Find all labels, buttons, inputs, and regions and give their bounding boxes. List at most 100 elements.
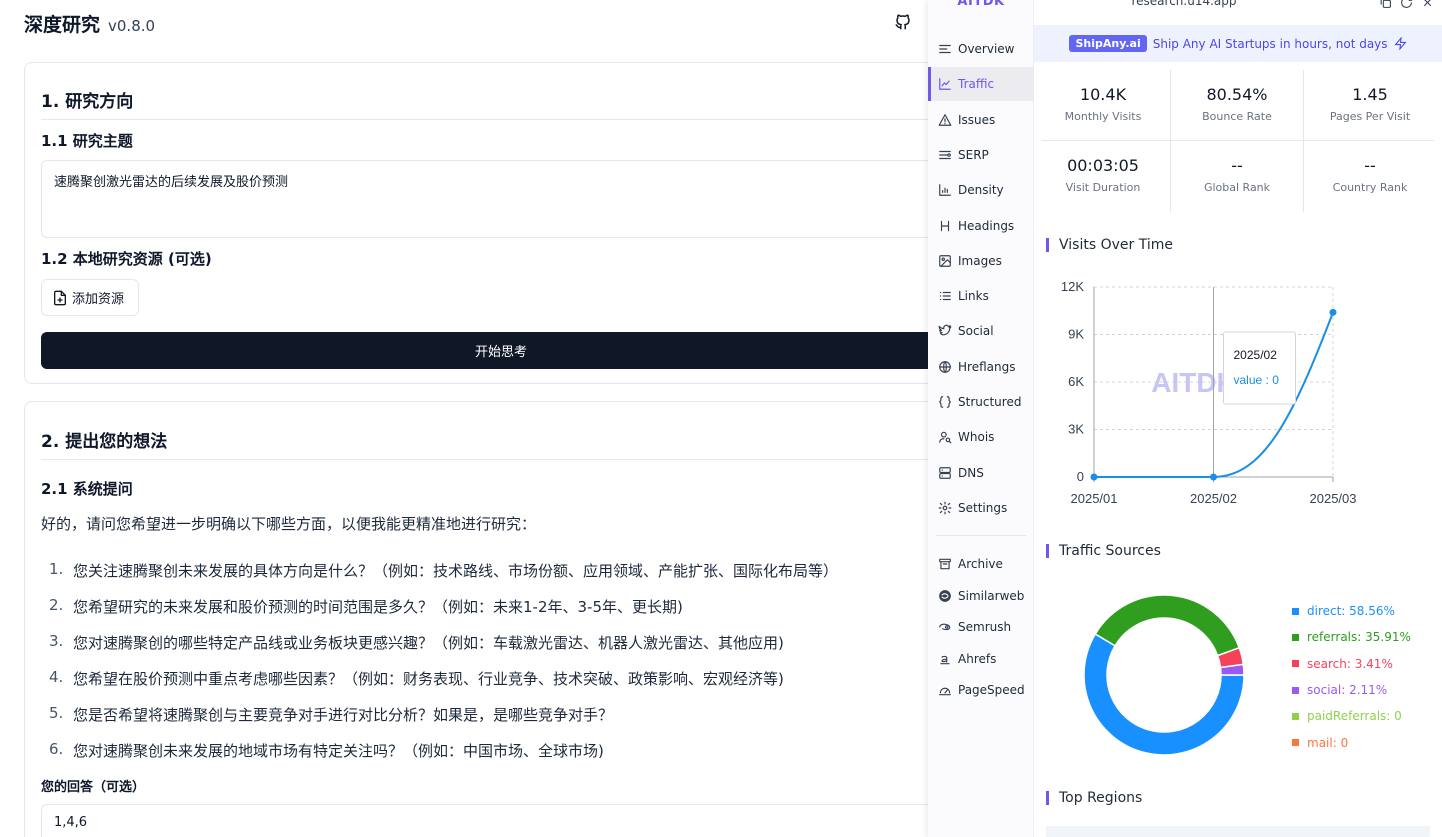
nav-item-semrush[interactable]: Semrush <box>928 610 1034 644</box>
app-title: 深度研究 <box>24 14 101 36</box>
stat-label: Country Rank <box>1332 181 1408 194</box>
legend-swatch <box>1292 739 1299 747</box>
topic-input[interactable]: 速腾聚创激光雷达的后续发展及股价预测 <box>41 160 928 238</box>
legend-label: paidReferrals: 0 <box>1307 709 1402 724</box>
ext-top-actions <box>1379 0 1434 9</box>
site-url: research.u14.app <box>1131 0 1237 8</box>
server-icon <box>939 466 951 479</box>
stat-value: 00:03:05 <box>1067 156 1139 175</box>
promo-banner[interactable]: ShipAny.ai Ship Any AI Startups in hours… <box>1034 25 1442 62</box>
data-point <box>1329 308 1337 316</box>
density-icon <box>939 184 951 197</box>
nav-item-density[interactable]: Density <box>928 173 1034 207</box>
nav-item-pagespeed[interactable]: PageSpeed <box>928 673 1034 707</box>
donut-slice[interactable] <box>1094 594 1241 657</box>
add-resource-button[interactable]: 添加资源 <box>41 279 139 316</box>
stat-value: -- <box>1364 156 1376 175</box>
nav-item-label: Hreflangs <box>958 359 1016 374</box>
legend-item[interactable]: direct: 58.56% <box>1292 598 1411 624</box>
question-number: 4. <box>49 668 64 686</box>
lightning-icon <box>1393 37 1407 50</box>
question-number: 6. <box>49 740 64 758</box>
copy-icon[interactable] <box>1379 0 1392 9</box>
warning-icon <box>938 113 952 126</box>
question-text: 您希望研究的未来发展和股价预测的时间范围是多久？（例如：未来1-2年、3-5年、… <box>73 598 683 616</box>
nav-item-overview[interactable]: Overview <box>928 32 1034 66</box>
question-item: 5. 您是否希望将速腾聚创与主要竞争对手进行对比分析？如果是，是哪些竞争对手？ <box>49 704 838 740</box>
y-tick-label: 9K <box>1068 327 1084 342</box>
nav-separator <box>936 535 1026 536</box>
app-header: 深度研究 v0.8.0 <box>24 10 155 37</box>
start-thinking-button[interactable]: 开始思考 <box>41 332 928 369</box>
aitdk-extension-panel: AITDK Overview Traffic Issues SERP Density He… <box>928 0 1442 837</box>
nav-item-social[interactable]: Social <box>928 314 1034 348</box>
data-point <box>1210 473 1217 481</box>
question-item: 1. 您关注速腾聚创未来发展的具体方向是什么？（例如：技术路线、市场份额、应用领域… <box>49 560 838 596</box>
nav-item-dns[interactable]: DNS <box>928 456 1034 490</box>
ahrefs-icon <box>940 655 950 664</box>
gear-icon <box>938 501 952 515</box>
legend-swatch <box>1292 686 1299 694</box>
file-plus-icon <box>54 290 66 305</box>
nav-item-label: Headings <box>958 218 1015 233</box>
legend-label: social: 2.11% <box>1307 683 1388 698</box>
nav-item-settings[interactable]: Settings <box>928 491 1034 525</box>
question-text: 您对速腾聚创的哪些特定产品线或业务板块更感兴趣？（例如：车载激光雷达、机器人激光… <box>73 634 784 652</box>
nav-item-links[interactable]: Links <box>928 279 1034 313</box>
list-icon <box>939 44 951 54</box>
add-resource-label: 添加资源 <box>72 292 125 307</box>
nav-item-serp[interactable]: SERP <box>928 138 1034 172</box>
legend-item[interactable]: search: 3.41% <box>1292 651 1411 677</box>
top-regions-title: Top Regions <box>1046 791 1142 805</box>
github-icon[interactable] <box>894 13 912 31</box>
divider <box>1042 140 1434 141</box>
nav-item-issues[interactable]: Issues <box>928 103 1034 137</box>
legend-item[interactable]: referrals: 35.91% <box>1292 624 1411 650</box>
question-item: 3. 您对速腾聚创的哪些特定产品线或业务板块更感兴趣？（例如：车载激光雷达、机器人… <box>49 632 838 668</box>
legend-item[interactable]: paidReferrals: 0 <box>1292 703 1411 729</box>
nav-item-archive[interactable]: Archive <box>928 547 1034 581</box>
nav-item-label: Semrush <box>958 620 1012 634</box>
stat-country-rank: -- Country Rank <box>1303 141 1437 212</box>
line-chart-icon <box>939 78 951 91</box>
x-tick-label: 2025/01 <box>1071 491 1118 506</box>
nav-item-images[interactable]: Images <box>928 244 1034 278</box>
nav-item-ahrefs[interactable]: Ahrefs <box>928 642 1034 676</box>
research-app: 深度研究 v0.8.0 1. 研究方向 1.1 研究主题 速腾聚创激光雷达的后续… <box>0 0 928 837</box>
y-tick-label: 6K <box>1068 374 1084 389</box>
stat-label: Visit Duration <box>1065 181 1141 194</box>
ext-sidebar: AITDK Overview Traffic Issues SERP Density He… <box>928 0 1034 837</box>
legend-item[interactable]: social: 2.11% <box>1292 677 1411 703</box>
close-icon[interactable] <box>1421 0 1434 9</box>
nav-item-label: Overview <box>958 42 1015 56</box>
divider <box>1170 70 1171 212</box>
answer-label: 您的回答（可选） <box>41 780 146 795</box>
stat-value: 80.54% <box>1206 85 1268 104</box>
traffic-sources-donut[interactable] <box>1074 585 1254 765</box>
braces-icon <box>939 396 951 408</box>
ext-brand: AITDK <box>957 0 1005 9</box>
legend-label: referrals: 35.91% <box>1307 630 1411 645</box>
nav-item-label: DNS <box>958 465 984 480</box>
nav-item-hreflangs[interactable]: Hreflangs <box>928 350 1034 384</box>
traffic-stats-grid: 10.4K Monthly Visits 80.54% Bounce Rate 1.… <box>1034 70 1442 212</box>
nav-item-similarweb[interactable]: Similarweb <box>928 579 1034 613</box>
heading-icon <box>940 220 950 231</box>
nav-item-whois[interactable]: Whois <box>928 420 1034 454</box>
legend-item[interactable]: mail: 0 <box>1292 729 1411 755</box>
visits-line-chart[interactable]: 03K6K9K12K2025/01 2025/02 2025/03AITDK2025… <box>1034 270 1442 515</box>
nav-item-headings[interactable]: Headings <box>928 209 1034 243</box>
stat-label: Global Rank <box>1203 181 1271 194</box>
chart-tooltip <box>1223 331 1296 405</box>
nav-item-structured[interactable]: Structured <box>928 385 1034 419</box>
refresh-icon[interactable] <box>1400 0 1413 9</box>
serp-icon <box>939 150 951 159</box>
stat-monthly-visits: 10.4K Monthly Visits <box>1036 70 1170 141</box>
nav-item-traffic[interactable]: Traffic <box>928 67 1034 102</box>
question-number: 3. <box>49 632 64 650</box>
nav-item-label: Ahrefs <box>958 651 997 666</box>
stat-value: 10.4K <box>1079 85 1127 104</box>
y-tick-label: 3K <box>1068 422 1084 437</box>
question-number: 5. <box>49 704 64 722</box>
answer-input[interactable]: 1,4,6 <box>41 804 928 837</box>
